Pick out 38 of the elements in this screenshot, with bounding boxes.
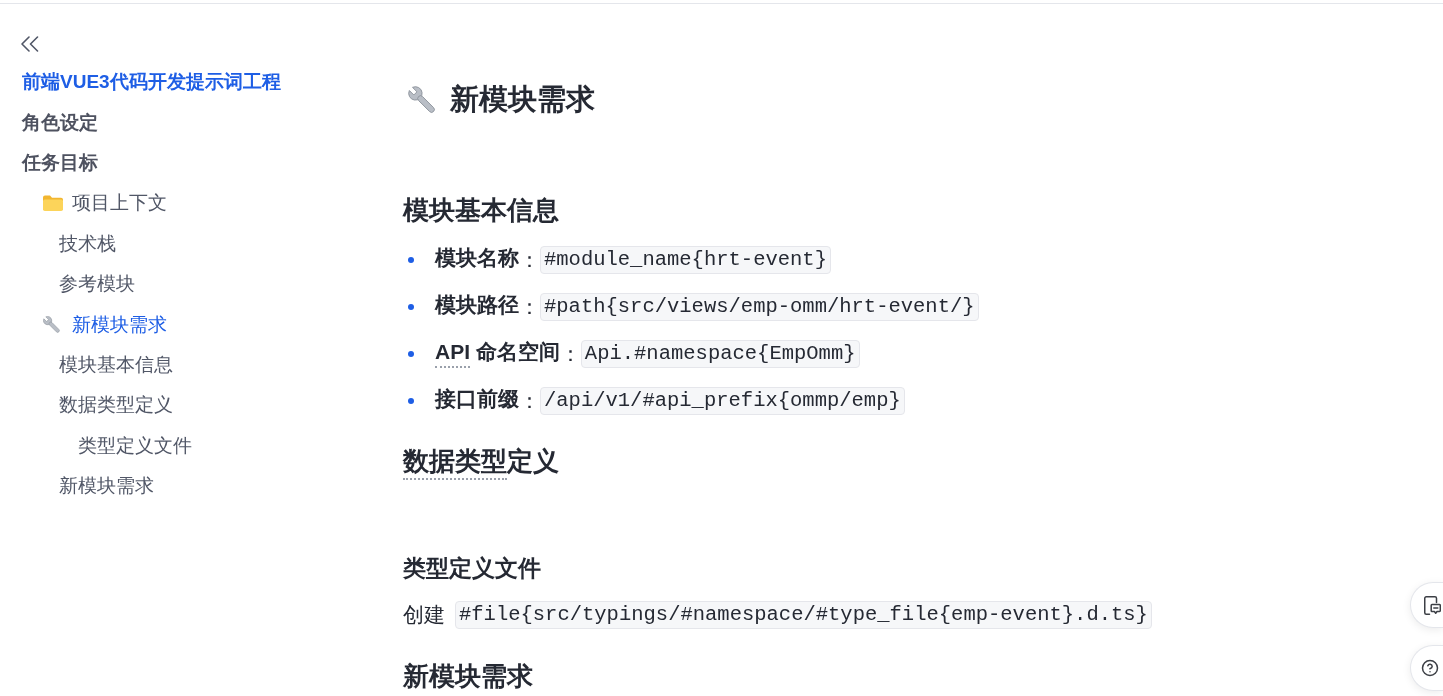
inline-code: Api.#namespace{EmpOmm} [580,339,860,368]
toc-link[interactable]: 任务目标 [22,149,98,176]
toc-link[interactable]: 数据类型定义 [59,392,173,419]
subsection-heading: 类型定义文件 [403,554,541,583]
section-heading: 新模块需求 [403,660,533,693]
help-button[interactable] [1410,645,1443,691]
toc-link[interactable]: 技术栈 [59,230,116,257]
inline-code: /api/v1/#api_prefix{ommp/emp} [540,386,905,415]
toc-link[interactable]: 项目上下文 [43,190,167,217]
toc-link[interactable]: 模块基本信息 [59,351,173,378]
page-heading: 新模块需求 [450,82,595,118]
toc-link[interactable]: 参考模块 [59,271,135,298]
wrench-icon [408,85,437,115]
section-heading: 模块基本信息 [403,194,559,227]
bullet-icon [408,397,414,404]
list-item-label: 接口前缀： [435,386,540,414]
toc-link[interactable]: 前端VUE3代码开发提示词工程 [22,69,281,96]
toc-link[interactable]: 类型定义文件 [78,432,192,459]
help-icon [1421,659,1439,677]
bullet-icon [408,256,414,263]
list-item-label: API 命名空间： [435,339,581,368]
inline-code: #path{src/views/emp-omm/hrt-event/} [540,292,979,321]
document-comment-icon [1424,595,1441,615]
toc-link[interactable]: 角色设定 [22,109,98,136]
paragraph-text: 创建 [403,602,445,629]
list-item-label: 模块名称： [435,245,540,273]
wrench-icon [43,315,61,334]
bullet-icon [408,350,414,357]
chevrons-left-icon [20,36,39,52]
inline-code: #file{src/typings/#namespace/#type_file{emp-event}.d.ts} [455,601,1152,629]
inline-code: #module_name{hrt-event} [540,245,831,274]
toc-link[interactable]: 新模块需求 [43,311,167,338]
section-heading: 数据类型定义 [403,445,559,481]
toc-link[interactable]: 新模块需求 [59,473,154,500]
bullet-icon [408,303,414,310]
folder-icon [43,195,63,212]
document-button[interactable] [1410,582,1443,628]
list-item-label: 模块路径： [435,292,540,320]
